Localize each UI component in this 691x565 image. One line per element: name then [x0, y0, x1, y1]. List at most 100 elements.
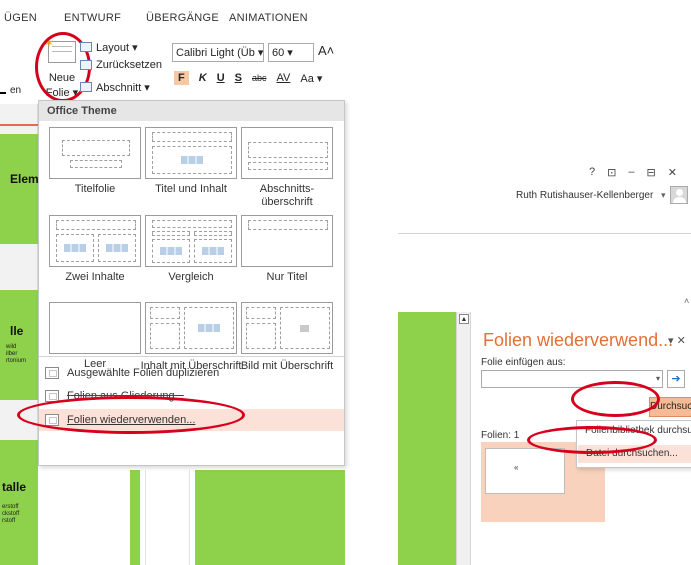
bold-button[interactable]: F	[174, 71, 189, 85]
slide-thumbnail-1[interactable]: Elem	[0, 134, 38, 244]
ribbon-display-button[interactable]: ⊡	[607, 166, 616, 179]
font-name-select[interactable]: Calibri Light (Üb ▾	[172, 43, 264, 62]
layout-button[interactable]: Layout ▾	[80, 39, 138, 55]
layout-preview	[241, 215, 333, 267]
layout-placeholder	[248, 220, 328, 230]
layout-preview	[49, 127, 141, 179]
slide-canvas-green	[398, 312, 456, 565]
section-label: Abschnitt ▾	[96, 81, 150, 94]
layout-preview	[49, 302, 141, 354]
layout-placeholder	[150, 307, 180, 319]
user-name[interactable]: Ruth Rutishauser-Kellenberger	[516, 190, 653, 201]
layout-preview	[145, 215, 237, 267]
outline-icon	[45, 390, 59, 402]
scrollbar[interactable]: ▲	[456, 312, 470, 565]
layout-label: Layout ▾	[96, 41, 138, 54]
menu-label: Folien wiederverwenden...	[67, 414, 196, 426]
slide-canvas-column	[145, 470, 190, 565]
layout-icon	[80, 42, 92, 52]
slide-thumbnail-text: erstoff ckstoff rstoff	[2, 504, 20, 524]
slide-thumbnail-text: wild ilber rtonium	[6, 344, 27, 364]
user-menu-arrow[interactable]: ▾	[661, 190, 666, 201]
title-separator	[398, 233, 691, 234]
menu-label: Ausgewählte Folien duplizieren	[67, 367, 220, 379]
layout-placeholder	[248, 162, 328, 170]
restore-button[interactable]: ⊟	[646, 166, 655, 179]
italic-button[interactable]: K	[199, 72, 207, 84]
insert-from-input[interactable]: ▾	[481, 370, 663, 388]
reuse-slides-pane: Folien wiederverwend... ▾ ✕ Folie einfüg…	[470, 312, 691, 565]
browse-slide-library-item[interactable]: Folienbibliothek durchsuchen...	[585, 425, 691, 436]
font-size-select[interactable]: 60 ▾	[268, 43, 314, 62]
content-picture-icon	[160, 247, 182, 255]
slide-canvas-green-left	[130, 470, 140, 565]
new-slide-gallery: Office Theme Titelfolie Titel und Inhalt…	[38, 100, 345, 466]
underline-button[interactable]: U	[217, 72, 225, 84]
new-slide-label-line1: Neue	[48, 72, 76, 84]
slide-thumbnail-strip[interactable]: Elem lle wild ilber rtonium talle erstof…	[0, 104, 38, 565]
picture-icon	[300, 325, 309, 332]
layout-preview	[49, 215, 141, 267]
layout-label: Titel und Inhalt	[155, 183, 227, 195]
pane-options-close[interactable]: ▾ ✕	[668, 334, 686, 347]
scroll-up-icon[interactable]: ▲	[459, 314, 469, 324]
menu-slides-from-outline[interactable]: Folien aus Gliederung...	[39, 385, 344, 407]
slide-thumbnail-2[interactable]: lle wild ilber rtonium	[0, 290, 38, 400]
tab-uebergaenge[interactable]: ÜBERGÄNGE	[146, 12, 219, 24]
layout-placeholder	[248, 142, 328, 158]
browse-file-item[interactable]: Datei durchsuchen...	[578, 445, 691, 463]
layout-placeholder	[70, 160, 122, 168]
reset-label: Zurücksetzen	[96, 59, 163, 71]
help-button[interactable]: ?	[589, 166, 595, 179]
menu-label: Folien aus Gliederung...	[67, 390, 184, 402]
slide-thumbnail-title: lle	[10, 324, 24, 338]
change-case-button[interactable]: Aa ▾	[300, 72, 322, 85]
duplicate-slides-icon	[45, 367, 59, 379]
section-icon	[80, 82, 92, 92]
group-label-stub: en	[10, 85, 22, 96]
slide-preview-card[interactable]: «	[485, 448, 565, 494]
tab-einfuegen[interactable]: ÜGEN	[4, 12, 37, 24]
slide-preview-mark: «	[514, 463, 519, 472]
layout-placeholder	[246, 307, 276, 319]
layout-placeholder	[150, 323, 180, 349]
slide-thumbnail-title: Elem	[10, 172, 38, 186]
avatar[interactable]	[670, 186, 688, 204]
thumbnail-accent-stripe	[0, 124, 38, 126]
layout-preview	[241, 127, 333, 179]
layout-label: Titelfolie	[74, 183, 116, 195]
slide-thumbnail-3[interactable]: talle erstoff ckstoff rstoff	[0, 440, 38, 565]
collapse-ribbon-caret[interactable]: ˄	[684, 296, 689, 306]
new-slide-button[interactable]: ✶ Neue Folie ▾	[40, 36, 84, 100]
slide-thumbnail-title: talle	[2, 480, 27, 494]
pane-title: Folien wiederverwend...	[483, 330, 674, 350]
layout-placeholder	[194, 231, 232, 236]
reset-button[interactable]: Zurücksetzen	[80, 57, 162, 73]
new-slide-label-line2: Folie ▾	[45, 87, 79, 99]
layout-label: Zwei Inhalte	[65, 271, 125, 283]
go-arrow-button[interactable]: ➔	[667, 370, 685, 388]
section-button[interactable]: Abschnitt ▾	[80, 79, 150, 95]
chevron-down-icon[interactable]: ▾	[656, 374, 660, 383]
char-spacing-button[interactable]: AV	[277, 72, 291, 84]
powerpoint-ribbon-panel: ÜGEN ENTWURF ÜBERGÄNGE ANIMATIONEN ✶ Neu…	[0, 0, 345, 565]
window-controls: ? ⊡ – ⊟ ✕	[589, 166, 677, 179]
minimize-button[interactable]: –	[628, 166, 634, 179]
slides-count-label: Folien: 1	[481, 430, 520, 441]
menu-duplicate-slides[interactable]: Ausgewählte Folien duplizieren	[39, 362, 344, 384]
layout-preview	[241, 302, 333, 354]
pointer-dash	[0, 92, 6, 94]
reuse-slides-panel-area: ? ⊡ – ⊟ ✕ Ruth Rutishauser-Kellenberger …	[398, 0, 691, 565]
strikethrough-button[interactable]: abc	[252, 73, 267, 83]
layout-placeholder	[152, 231, 190, 236]
close-window-button[interactable]: ✕	[668, 166, 677, 179]
layout-preview	[145, 302, 237, 354]
new-slide-star-icon: ✶	[44, 36, 55, 50]
tab-entwurf[interactable]: ENTWURF	[64, 12, 121, 24]
browse-button[interactable]: Durchsuchen ▾	[649, 397, 691, 430]
grow-font-button[interactable]: A˄	[318, 43, 334, 58]
format-buttons: F K U S abc AV Aa ▾	[174, 69, 322, 87]
menu-reuse-slides[interactable]: Folien wiederverwenden...	[39, 409, 344, 431]
shadow-button[interactable]: S	[235, 72, 242, 84]
tab-animationen[interactable]: ANIMATIONEN	[229, 12, 308, 24]
